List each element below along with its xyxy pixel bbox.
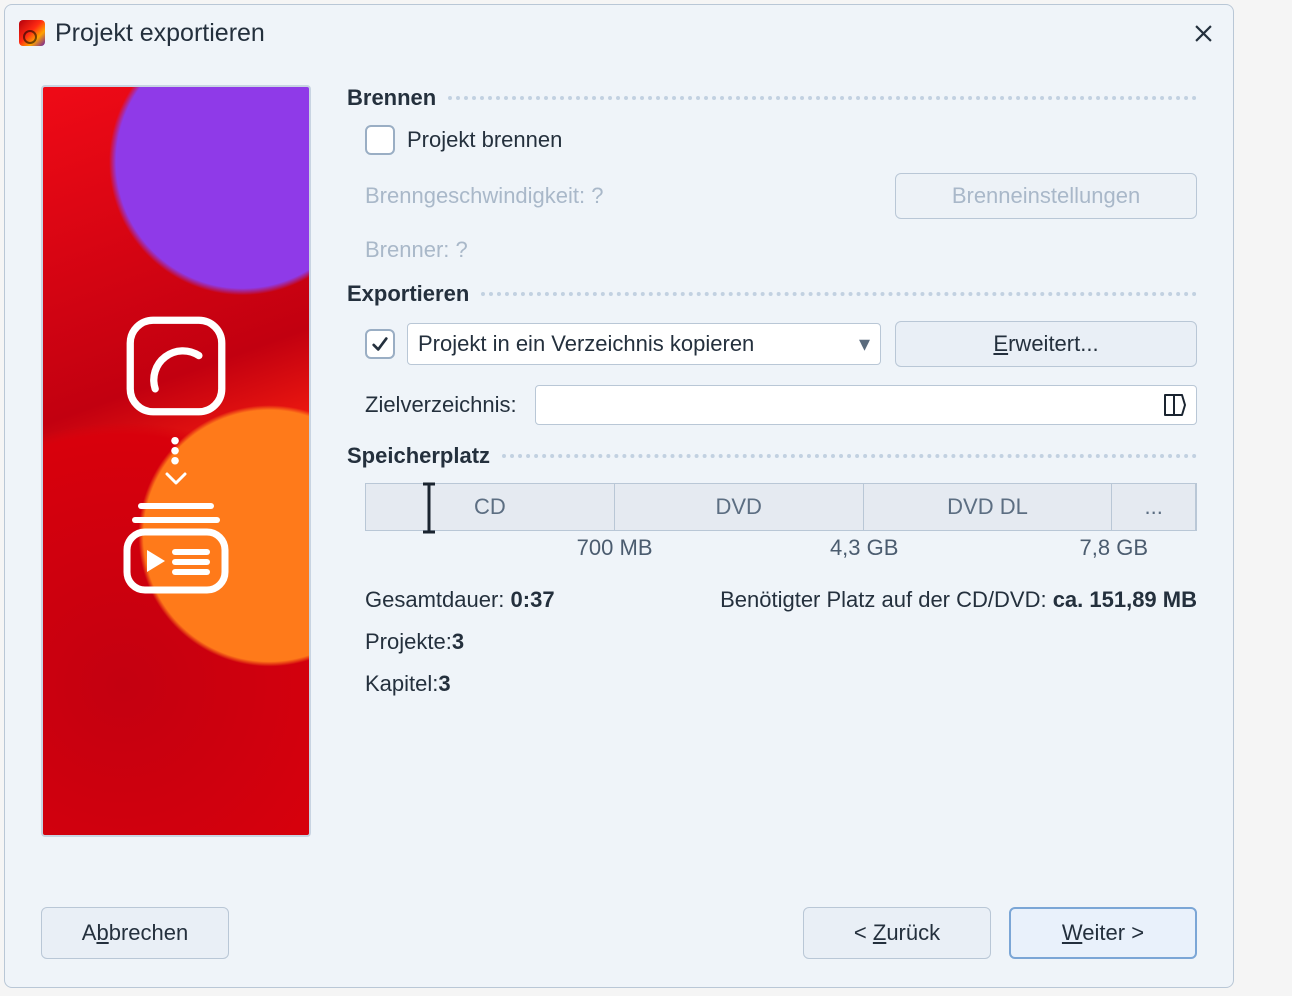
storage-bar[interactable]: CD DVD DVD DL ... [365,483,1197,531]
burn-settings-button[interactable]: Brenneinstellungen [895,173,1197,219]
window-title: Projekt exportieren [55,19,1183,48]
disc-icon [124,314,228,418]
app-icon [19,20,45,46]
storage-seg-dvd[interactable]: DVD [615,484,864,530]
burner-label: Brenner: ? [365,237,468,263]
projects-value: 3 [452,629,464,655]
playlist-icon [121,500,231,600]
target-dir-label: Zielverzeichnis: [365,392,517,418]
section-header-burn: Brennen [347,85,1197,111]
cancel-button[interactable]: Abbrechen [41,907,229,959]
folder-open-icon [1162,392,1188,418]
storage-seg-dvddl[interactable]: DVD DL [864,484,1113,530]
storage-tick-labels: 700 MB 4,3 GB 7,8 GB [365,535,1197,569]
dots-icon: ••• [106,436,246,466]
section-header-storage: Speicherplatz [347,443,1197,469]
export-project-checkbox[interactable] [365,329,395,359]
section-header-export: Exportieren [347,281,1197,307]
duration-value: 0:37 [511,587,555,612]
wizard-side-image: ••• [41,85,311,837]
export-mode-value: Projekt in ein Verzeichnis kopieren [418,331,754,357]
dropdown-arrow-icon: ▾ [859,331,870,357]
chapters-value: 3 [438,671,450,697]
duration-label: Gesamtdauer: [365,587,511,612]
next-button[interactable]: Weiter > [1009,907,1197,959]
burn-speed-label: Brenngeschwindigkeit: ? [365,183,603,209]
needed-space-value: ca. 151,89 MB [1053,587,1197,612]
browse-folder-button[interactable] [1160,390,1190,420]
close-icon [1195,25,1212,42]
main-panel: Brennen Projekt brennen Brenngeschwindig… [347,85,1197,867]
advanced-button[interactable]: Erweitert... [895,321,1197,367]
export-mode-combo[interactable]: Projekt in ein Verzeichnis kopieren ▾ [407,323,881,365]
section-title-storage: Speicherplatz [347,443,490,469]
projects-label: Projekte: [365,629,452,655]
storage-seg-cd[interactable]: CD [366,484,615,530]
burn-project-checkbox[interactable] [365,125,395,155]
section-title-burn: Brennen [347,85,436,111]
export-dialog: Projekt exportieren ••• [4,4,1234,988]
footer: Abbrechen < Zurück Weiter > [41,907,1197,959]
close-button[interactable] [1183,13,1223,53]
chapters-label: Kapitel: [365,671,438,697]
section-title-export: Exportieren [347,281,469,307]
needed-space-label: Benötigter Platz auf der CD/DVD: [720,587,1053,612]
storage-seg-more[interactable]: ... [1112,484,1196,530]
target-dir-input[interactable] [535,385,1197,425]
titlebar: Projekt exportieren [5,5,1233,61]
back-button[interactable]: < Zurück [803,907,991,959]
burn-project-label: Projekt brennen [407,127,562,153]
